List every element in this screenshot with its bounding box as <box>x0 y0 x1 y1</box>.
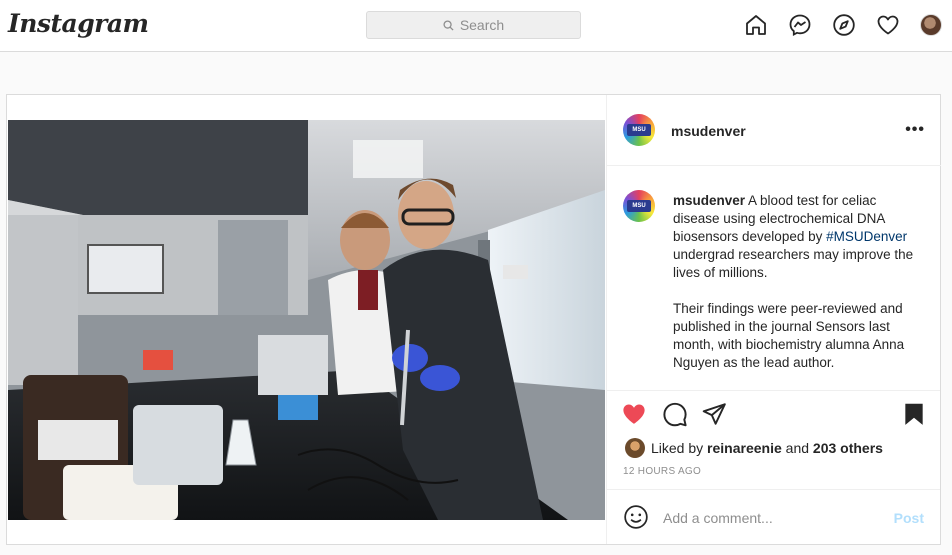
author-avatar[interactable]: MSU <box>623 114 655 146</box>
comment-box: Add a comment... Post <box>607 489 940 545</box>
hashtag-link[interactable]: #MSUDenver <box>826 229 907 244</box>
bookmark-icon[interactable] <box>901 401 927 427</box>
post-actions: Liked by reinareenie and 203 others 12 H… <box>607 390 940 544</box>
post-photo[interactable] <box>8 120 605 520</box>
liker-avatar[interactable] <box>625 438 645 458</box>
caption-avatar[interactable]: MSU <box>623 190 655 222</box>
messenger-icon[interactable] <box>788 13 812 37</box>
search-icon <box>443 19 454 31</box>
post-comment-button[interactable]: Post <box>894 510 924 526</box>
top-nav: Instagram Search <box>0 0 952 52</box>
search-placeholder: Search <box>459 17 505 33</box>
action-row <box>621 401 927 429</box>
caption-username[interactable]: msudenver <box>673 193 745 208</box>
caption-paragraph-2: Their findings were peer-reviewed and pu… <box>673 301 905 370</box>
instagram-logo[interactable]: Instagram <box>8 9 149 38</box>
post-card: MSU msudenver ••• MSU msudenver A blood … <box>6 94 941 545</box>
activity-heart-icon[interactable] <box>876 13 900 37</box>
likes-text: Liked by reinareenie and 203 others <box>651 440 883 456</box>
likes-summary: Liked by reinareenie and 203 others <box>625 438 883 458</box>
author-username[interactable]: msudenver <box>671 123 746 139</box>
post-header: MSU msudenver ••• <box>607 95 941 166</box>
more-options-icon[interactable]: ••• <box>905 121 925 139</box>
home-icon[interactable] <box>744 13 768 37</box>
lab-photo-illustration <box>8 120 605 520</box>
search-input[interactable]: Search <box>366 11 581 39</box>
emoji-icon[interactable] <box>623 504 649 530</box>
like-heart-icon[interactable] <box>621 401 647 427</box>
post-side-panel: MSU msudenver ••• MSU msudenver A blood … <box>606 95 941 544</box>
post-timestamp[interactable]: 12 HOURS AGO <box>623 466 701 477</box>
caption-text: msudenver A blood test for celiac diseas… <box>673 192 923 390</box>
explore-icon[interactable] <box>832 13 856 37</box>
likes-others-link[interactable]: 203 others <box>813 440 883 456</box>
nav-icons <box>744 13 942 37</box>
comment-input[interactable]: Add a comment... <box>663 510 773 526</box>
share-icon[interactable] <box>701 401 727 427</box>
profile-avatar[interactable] <box>920 14 942 36</box>
comment-icon[interactable] <box>662 401 688 427</box>
liker-username[interactable]: reinareenie <box>707 440 782 456</box>
caption-area: MSU msudenver A blood test for celiac di… <box>607 166 940 390</box>
